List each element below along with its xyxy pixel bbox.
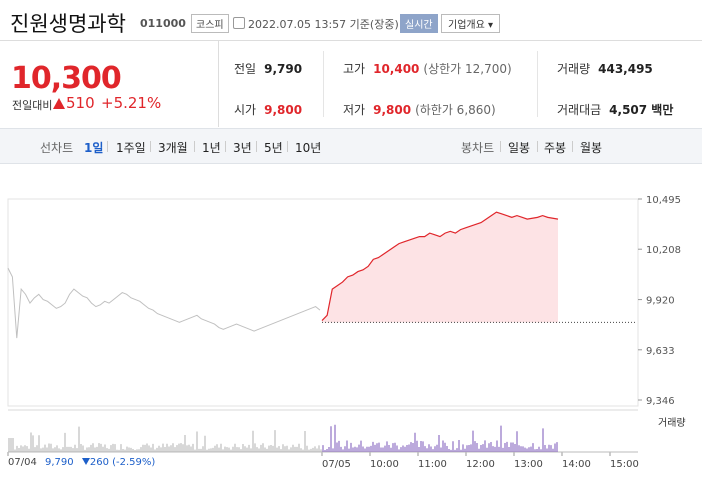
x-tick-label: 10:00	[370, 459, 399, 470]
x-tick-label: 12:00	[466, 459, 495, 470]
x-tick-label: 07/05	[322, 459, 351, 470]
x-tick-label: 13:00	[514, 459, 543, 470]
prev-day-change-value: 260	[89, 457, 109, 468]
today-area-fill	[322, 212, 558, 323]
y-tick-label: 9,346	[646, 396, 675, 407]
prev-day-date: 07/04	[8, 457, 37, 468]
prev-day-line	[7, 267, 321, 339]
y-tick-label: 10,208	[646, 245, 681, 256]
x-tick-label: 11:00	[418, 459, 447, 470]
prev-day-change: 260 (-2.59%)	[81, 457, 156, 468]
x-tick-label: 14:00	[562, 459, 591, 470]
y-tick-label: 10,495	[646, 195, 681, 206]
prev-day-summary: 07/04 9,790 260 (-2.59%)	[8, 457, 155, 468]
down-arrow-icon	[81, 458, 90, 465]
x-tick-label: 15:00	[610, 459, 639, 470]
prev-day-price: 9,790	[45, 457, 74, 468]
y-tick-label: 9,920	[646, 296, 675, 307]
prev-day-change-pct: (-2.59%)	[112, 457, 156, 468]
price-chart[interactable]: 10,495 10,208 9,920 9,633 9,346 07/05 10:00 11…	[0, 0, 702, 478]
volume-legend: 거래량	[658, 414, 686, 429]
volume-legend-text: 거래량	[658, 418, 686, 429]
y-tick-label: 9,633	[646, 346, 675, 357]
